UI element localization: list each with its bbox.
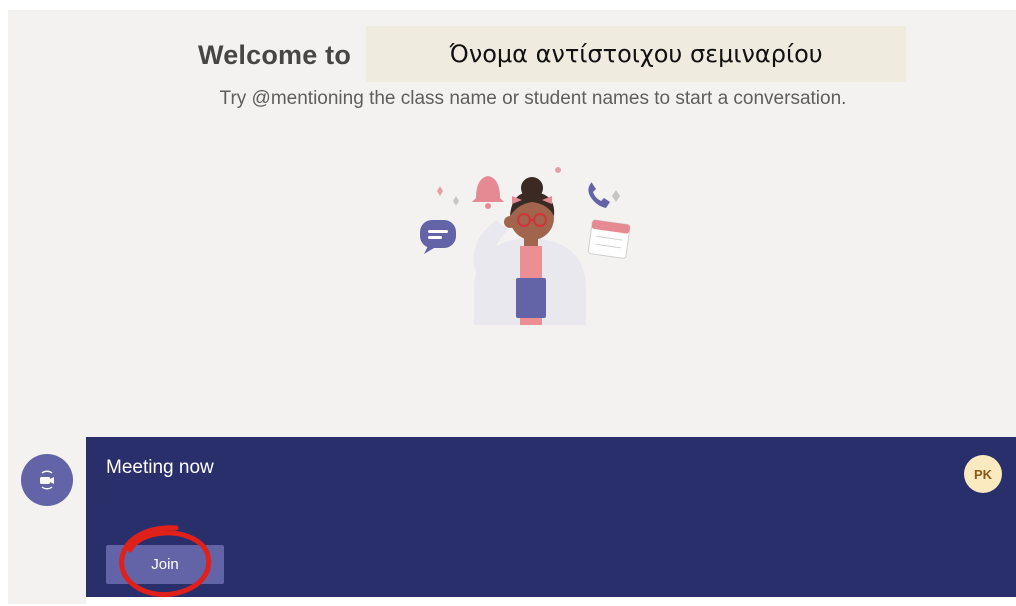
- phone-icon: [588, 182, 610, 208]
- join-button[interactable]: Join: [106, 545, 224, 584]
- sparkle-icon: [437, 186, 443, 196]
- meeting-title: Meeting now: [106, 457, 214, 478]
- mention-hint: Try @mentioning the class name or studen…: [219, 88, 847, 109]
- chat-bubble-icon: [420, 220, 456, 254]
- welcome-heading: Welcome to: [198, 40, 352, 70]
- bell-icon: [472, 176, 504, 209]
- avatar[interactable]: PK: [964, 455, 1002, 493]
- bottom-strip: [86, 597, 1016, 606]
- meeting-card: Meeting now PK Join: [86, 437, 1016, 597]
- video-call-icon: [21, 454, 73, 506]
- sparkle-icon: [612, 190, 620, 202]
- class-name-overlay: Όνομα αντίστοιχου σεμιναρίου: [366, 26, 906, 82]
- sparkle-icon: [453, 196, 459, 206]
- calendar-icon: [587, 219, 631, 259]
- teacher-illustration: [412, 160, 642, 325]
